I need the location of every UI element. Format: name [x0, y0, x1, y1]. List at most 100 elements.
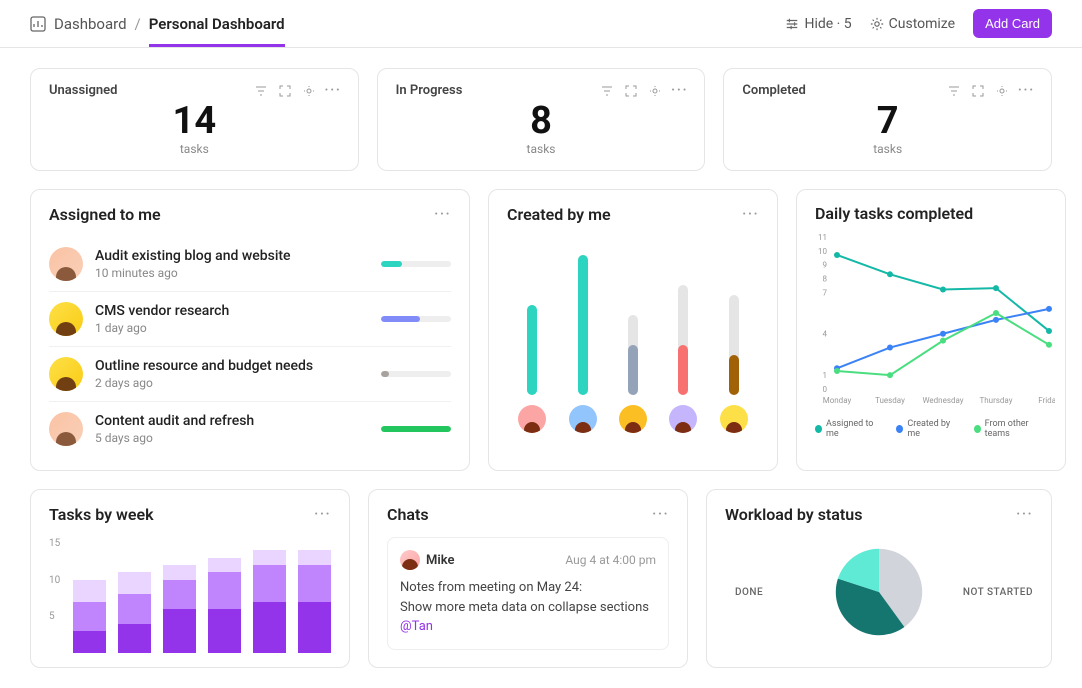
pie-label-done: DONE [735, 587, 763, 598]
vertical-bar [628, 315, 638, 395]
breadcrumb-current[interactable]: Personal Dashboard [149, 15, 285, 47]
task-time: 1 day ago [95, 321, 369, 335]
avatar [49, 247, 83, 281]
task-time: 5 days ago [95, 431, 369, 445]
chat-username: Mike [426, 553, 454, 568]
more-icon[interactable]: ··· [1016, 504, 1033, 525]
stacked-bar [253, 550, 286, 653]
more-icon[interactable]: ··· [1019, 84, 1033, 98]
task-time: 10 minutes ago [95, 266, 369, 280]
expand-icon[interactable] [278, 84, 292, 98]
task-item[interactable]: Outline resource and budget needs 2 days… [49, 347, 451, 402]
task-title: CMS vendor research [95, 303, 369, 319]
more-icon[interactable]: ··· [672, 84, 686, 98]
avatar[interactable] [669, 405, 697, 433]
svg-text:9: 9 [823, 261, 828, 270]
gear-icon [870, 17, 884, 31]
avatar[interactable] [518, 405, 546, 433]
svg-text:1: 1 [823, 371, 828, 380]
task-item[interactable]: Audit existing blog and website 10 minut… [49, 237, 451, 292]
avatar [49, 357, 83, 391]
customize-label: Customize [889, 16, 955, 32]
customize-button[interactable]: Customize [870, 16, 955, 32]
filter-icon[interactable] [947, 84, 961, 98]
task-time: 2 days ago [95, 376, 369, 390]
stacked-bar [163, 565, 196, 653]
avatar[interactable] [569, 405, 597, 433]
breadcrumb-root[interactable]: Dashboard [54, 15, 127, 33]
tasks-by-week-card: Tasks by week ··· 51015 [30, 489, 350, 668]
more-icon[interactable]: ··· [652, 504, 669, 525]
stat-card-unassigned: Unassigned ··· 14 tasks [30, 68, 359, 171]
more-icon[interactable]: ··· [314, 504, 331, 525]
bar-chart: 51015 [49, 543, 331, 653]
header-actions: Hide · 5 Customize Add Card [785, 9, 1052, 38]
legend-item: Created by me [896, 419, 957, 439]
pie-chart: DONE NOT STARTED [725, 537, 1033, 647]
gear-icon[interactable] [648, 84, 662, 98]
bar-avatars [507, 405, 759, 433]
hide-button[interactable]: Hide · 5 [785, 16, 851, 32]
breadcrumb: Dashboard / Personal Dashboard [30, 15, 285, 33]
stat-title: In Progress [396, 83, 463, 98]
stat-title: Completed [742, 83, 806, 98]
svg-text:8: 8 [823, 274, 828, 283]
task-title: Content audit and refresh [95, 413, 369, 429]
stat-value: 14 [49, 102, 340, 140]
stats-row: Unassigned ··· 14 tasks In Progress [30, 68, 1052, 171]
stacked-bar [208, 558, 241, 653]
dashboard-icon [30, 16, 46, 32]
expand-icon[interactable] [624, 84, 638, 98]
avatar [49, 302, 83, 336]
chat-message[interactable]: Mike Aug 4 at 4:00 pm Notes from meeting… [387, 537, 669, 650]
avatar [49, 412, 83, 446]
card-title: Workload by status [725, 505, 862, 524]
svg-text:7: 7 [823, 288, 828, 297]
gear-icon[interactable] [995, 84, 1009, 98]
card-title: Assigned to me [49, 205, 161, 224]
more-icon[interactable]: ··· [326, 84, 340, 98]
svg-text:Monday: Monday [823, 396, 852, 405]
avatar [400, 550, 420, 570]
task-list: Audit existing blog and website 10 minut… [49, 237, 451, 456]
stat-unit: tasks [396, 142, 687, 156]
hide-label: Hide · 5 [804, 16, 851, 32]
avatar[interactable] [720, 405, 748, 433]
avatar[interactable] [619, 405, 647, 433]
card-title: Created by me [507, 205, 611, 224]
stat-card-inprogress: In Progress ··· 8 tasks [377, 68, 706, 171]
vertical-bar [578, 255, 588, 395]
svg-text:4: 4 [823, 330, 828, 339]
svg-text:Tuesday: Tuesday [875, 396, 905, 405]
gear-icon[interactable] [302, 84, 316, 98]
stat-unit: tasks [49, 142, 340, 156]
vertical-bar [527, 305, 537, 395]
filter-icon[interactable] [600, 84, 614, 98]
filter-icon[interactable] [254, 84, 268, 98]
task-title: Outline resource and budget needs [95, 358, 369, 374]
daily-tasks-card: Daily tasks completed 0147891011MondayTu… [796, 189, 1066, 471]
task-item[interactable]: Content audit and refresh 5 days ago [49, 402, 451, 456]
pie-label-notstarted: NOT STARTED [963, 587, 1033, 598]
more-icon[interactable]: ··· [742, 204, 759, 225]
legend-item: From other teams [974, 419, 1047, 439]
stacked-bar [118, 572, 151, 653]
chart-legend: Assigned to me Created by me From other te… [815, 419, 1047, 439]
add-card-button[interactable]: Add Card [973, 9, 1052, 38]
card-title: Daily tasks completed [815, 204, 973, 223]
vertical-bar [678, 285, 688, 395]
svg-text:Thursday: Thursday [979, 396, 1012, 405]
breadcrumb-separator: / [135, 15, 141, 33]
card-title: Chats [387, 505, 429, 524]
task-item[interactable]: CMS vendor research 1 day ago [49, 292, 451, 347]
expand-icon[interactable] [971, 84, 985, 98]
more-icon[interactable]: ··· [434, 204, 451, 225]
legend-item: Assigned to me [815, 419, 880, 439]
workload-by-status-card: Workload by status ··· DONE NOT STARTED [706, 489, 1052, 668]
chat-timestamp: Aug 4 at 4:00 pm [565, 553, 656, 567]
chat-mention[interactable]: @Tan [400, 617, 656, 637]
assigned-to-me-card: Assigned to me ··· Audit existing blog a… [30, 189, 470, 471]
svg-text:11: 11 [818, 233, 827, 242]
stacked-bar [73, 580, 106, 653]
progress-bar [381, 426, 451, 432]
